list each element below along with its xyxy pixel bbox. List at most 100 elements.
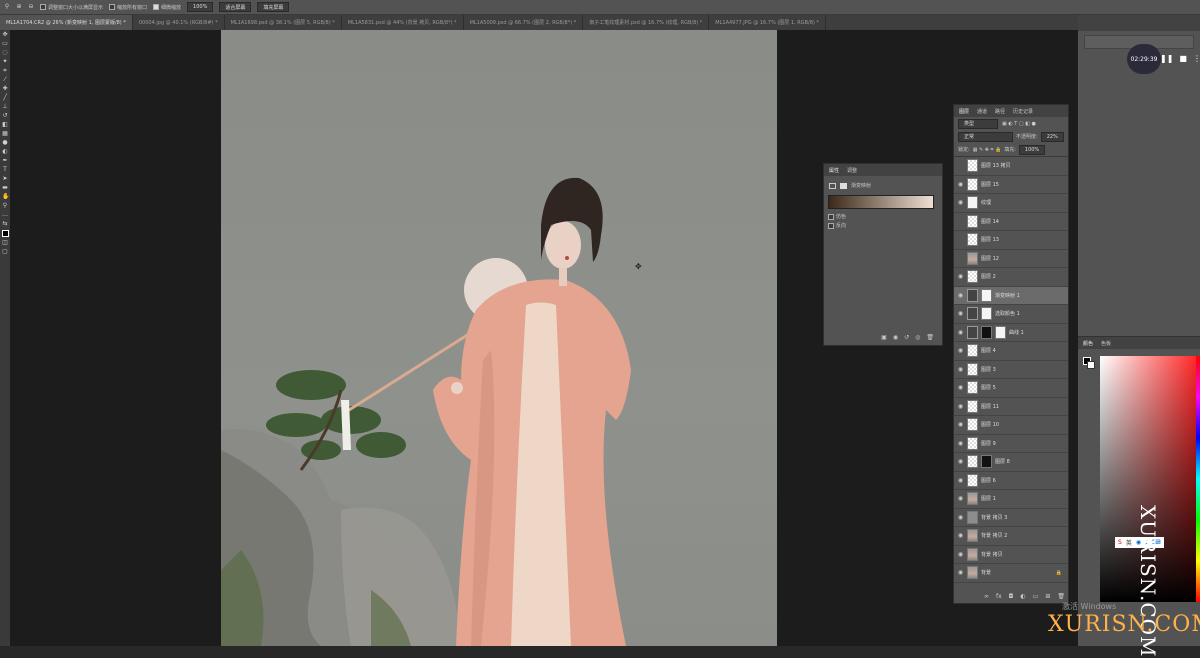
hand-tool-icon[interactable]: ✋ (2, 194, 9, 200)
document-tab[interactable]: 00004.jpg @ 40.1% (RGB/8#) * (133, 15, 225, 30)
zoom-all-windows-checkbox[interactable]: 缩放所有窗口 (109, 4, 147, 11)
foreground-color-swatch[interactable] (1, 230, 9, 237)
visibility-eye-icon[interactable]: ◉ (957, 458, 964, 465)
layer-thumbnail[interactable] (967, 325, 978, 339)
magic-wand-icon[interactable]: ✦ (2, 59, 8, 65)
visibility-eye-icon[interactable]: ◉ (957, 532, 964, 539)
tab-layers-panel-0[interactable]: 图层 (959, 108, 969, 115)
zoom-tool-icon[interactable]: ⚲ (2, 203, 8, 209)
new-layer-icon[interactable]: ⊞ (1045, 593, 1050, 600)
hue-slider[interactable] (1196, 356, 1200, 602)
stamp-tool-icon[interactable]: ⊥ (2, 104, 8, 110)
more-icon[interactable]: ⋮ (1193, 54, 1200, 63)
new-adjustment-icon[interactable]: ◐ (1020, 593, 1025, 600)
layer-row[interactable]: ◉ 背景 🔒 (954, 564, 1068, 583)
fill-field[interactable]: 100% (1018, 144, 1046, 155)
layer-row[interactable]: ◉ 纹理 (954, 194, 1068, 213)
tab-adjustments[interactable]: 调整 (847, 167, 857, 174)
layer-thumbnail[interactable] (967, 159, 978, 173)
layer-thumbnail[interactable] (967, 381, 978, 395)
gradient-tool-icon[interactable]: ▦ (2, 131, 8, 137)
type-tool-icon[interactable]: T (2, 167, 8, 173)
visibility-eye-icon[interactable]: ◉ (957, 495, 964, 502)
visibility-eye-icon[interactable]: ◉ (957, 329, 964, 336)
layer-row[interactable]: 图层 13 拷贝 (954, 157, 1068, 176)
visibility-eye-icon[interactable]: ◉ (957, 384, 964, 391)
layer-thumbnail[interactable] (967, 547, 978, 561)
layer-row[interactable]: ◉ 曲线 1 (954, 324, 1068, 342)
document-tab[interactable]: 扇子工笔纹理素材.psd @ 16.7% (纹理, RGB/8) * (583, 15, 710, 30)
layer-row[interactable]: ◉ 背景 拷贝 3 (954, 509, 1068, 527)
layer-row[interactable]: ◉ 图层 4 (954, 342, 1068, 361)
pause-icon[interactable]: ❚❚ (1160, 54, 1173, 63)
document-tab[interactable]: ML1A1698.psd @ 38.1% (图层 5, RGB/8) * (225, 15, 342, 30)
layer-row[interactable]: ◉ 图层 8 (954, 453, 1068, 472)
fg-bg-swatches[interactable] (1083, 357, 1095, 369)
layer-row[interactable]: ◉ 渐变映射 1 (954, 286, 1068, 305)
fill-screen-button[interactable]: 填充屏幕 (257, 2, 290, 12)
blend-mode-dropdown[interactable]: 正常 (958, 131, 1013, 142)
visibility-eye-icon[interactable]: ◉ (957, 421, 964, 428)
kind-filter-dropdown[interactable]: 类型 (958, 118, 998, 129)
layer-thumbnail[interactable] (967, 196, 978, 210)
layer-row[interactable]: ◉ 图层 1 (954, 490, 1068, 509)
layer-row[interactable]: ◉ 选取颜色 1 (954, 305, 1068, 324)
visibility-eye-icon[interactable]: ◉ (957, 440, 964, 447)
visibility-eye-icon[interactable]: ◉ (957, 569, 964, 576)
layer-row[interactable]: 图层 12 (954, 250, 1068, 268)
layer-row[interactable]: ◉ 图层 5 (954, 379, 1068, 398)
layer-mask-thumbnail[interactable] (981, 325, 992, 339)
layer-row[interactable]: ◉ 背景 拷贝 2 (954, 527, 1068, 546)
visibility-eye-icon[interactable]: ◉ (957, 514, 964, 521)
sogou-icon[interactable]: S (1118, 539, 1122, 546)
layer-style-icon[interactable]: fx (996, 593, 1002, 600)
layer-thumbnail[interactable] (967, 307, 978, 321)
document-image[interactable] (221, 30, 777, 646)
layer-thumbnail[interactable] (967, 344, 978, 358)
eraser-icon[interactable]: ◧ (2, 122, 8, 128)
layer-thumbnail[interactable] (967, 510, 978, 524)
layer-mask-thumbnail[interactable] (981, 288, 992, 302)
layer-row[interactable]: 图层 13 (954, 231, 1068, 250)
swap-colors-icon[interactable]: ⇆ (2, 221, 8, 227)
new-group-icon[interactable]: ▭ (1033, 593, 1039, 600)
reverse-checkbox[interactable]: 反向 (824, 220, 942, 231)
link-layers-icon[interactable]: ∞ (984, 593, 989, 600)
filter-icons[interactable]: ▣ ◐ T ▢ ◧ ● (1002, 121, 1036, 127)
layer-thumbnail[interactable] (967, 362, 978, 376)
path-select-icon[interactable]: ➤ (2, 176, 8, 182)
layer-thumbnail[interactable] (967, 455, 978, 469)
layer-row[interactable]: ◉ 图层 6 (954, 472, 1068, 490)
eyedropper-icon[interactable]: ⁄ (2, 77, 8, 83)
visibility-eye-icon[interactable]: ◉ (957, 181, 964, 188)
layer-thumbnail[interactable] (967, 566, 978, 580)
tab-properties[interactable]: 属性 (829, 167, 839, 174)
quick-mask-icon[interactable]: ◫ (2, 240, 8, 246)
document-tab[interactable]: ML1A1704.CR2 @ 26% (新变映射 1, 图层蒙版/8) * (0, 15, 133, 30)
move-tool-icon[interactable]: ✥ (2, 32, 8, 38)
dither-checkbox[interactable]: 仿色 (824, 209, 942, 220)
layer-row[interactable]: ◉ 图层 10 (954, 416, 1068, 435)
visibility-icon[interactable]: ◎ (915, 334, 920, 341)
layer-mask-thumbnail[interactable] (981, 455, 992, 469)
lasso-tool-icon[interactable]: ◌ (2, 50, 8, 56)
layer-row[interactable]: 图层 14 (954, 213, 1068, 231)
pen-tool-icon[interactable]: ✒ (2, 158, 8, 164)
layer-row[interactable]: ◉ 图层 3 (954, 361, 1068, 379)
layer-row[interactable]: ◉ 图层 9 (954, 435, 1068, 453)
document-tab[interactable]: ML1A4977.JPG @ 16.7% (图层 1, RGB/8) * (709, 15, 826, 30)
layer-row[interactable]: ◉ 图层 15 (954, 176, 1068, 194)
layer-thumbnail[interactable] (967, 270, 978, 284)
tab-layers-panel-1[interactable]: 通道 (977, 108, 987, 115)
layer-thumbnail[interactable] (967, 288, 978, 302)
layer-mask-thumbnail[interactable] (995, 325, 1006, 339)
lock-icons[interactable]: ▦ ✎ ✥ ⌗ 🔒 (973, 147, 1002, 153)
history-brush-icon[interactable]: ↺ (2, 113, 8, 119)
add-mask-icon[interactable]: ◘ (1009, 593, 1014, 600)
delete-layer-icon[interactable]: 🗑 (1057, 593, 1065, 600)
layer-thumbnail[interactable] (967, 529, 978, 543)
view-previous-icon[interactable]: ◉ (893, 334, 898, 341)
tab-swatches[interactable]: 色板 (1101, 340, 1111, 347)
zoom-100-button[interactable]: 100% (187, 2, 214, 12)
visibility-eye-icon[interactable]: ◉ (957, 310, 964, 317)
